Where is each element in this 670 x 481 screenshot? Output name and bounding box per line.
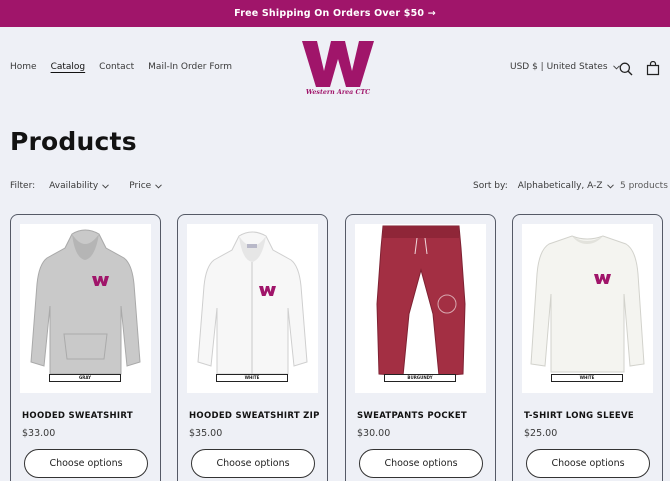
product-card[interactable]: BURGUNDY SWEATPANTS POCKET $30.00 Choose…: [345, 214, 496, 481]
product-price: $25.00: [524, 428, 558, 439]
sort-bar: Sort by: Alphabetically, A-Z: [473, 181, 614, 191]
cart-icon[interactable]: [646, 61, 660, 76]
search-icon[interactable]: [619, 62, 633, 76]
product-name[interactable]: HOODED SWEATSHIRT ZIP: [189, 411, 320, 421]
nav-mail-in-order-form[interactable]: Mail-In Order Form: [148, 62, 232, 72]
hoodie-image: [30, 229, 141, 375]
nav-home[interactable]: Home: [10, 62, 37, 72]
site-logo[interactable]: Western Area CTC: [300, 39, 376, 101]
product-name[interactable]: SWEATPANTS POCKET: [357, 411, 467, 421]
zip-hoodie-image: [197, 231, 308, 375]
chevron-down-icon: [155, 183, 163, 189]
product-price: $30.00: [357, 428, 391, 439]
announcement-text[interactable]: Free Shipping On Orders Over $50 →: [234, 8, 436, 19]
choose-options-button[interactable]: Choose options: [359, 449, 483, 478]
page-title: Products: [10, 127, 137, 156]
choose-options-button[interactable]: Choose options: [191, 449, 315, 478]
product-image[interactable]: BURGUNDY: [355, 224, 486, 393]
site-header: Home Catalog Contact Mail-In Order Form …: [0, 27, 670, 113]
product-image[interactable]: GRAY: [20, 224, 151, 393]
product-image[interactable]: WHITE: [522, 224, 653, 393]
sort-value: Alphabetically, A-Z: [517, 181, 603, 191]
product-card[interactable]: WHITE HOODED SWEATSHIRT ZIP $35.00 Choos…: [177, 214, 328, 481]
long-sleeve-image: [530, 235, 645, 373]
choose-options-button[interactable]: Choose options: [24, 449, 148, 478]
chevron-down-icon: [606, 183, 614, 189]
currency-selector[interactable]: USD $ | United States: [510, 62, 620, 72]
announcement-bar: Free Shipping On Orders Over $50 →: [0, 0, 670, 27]
product-card[interactable]: GRAY HOODED SWEATSHIRT $33.00 Choose opt…: [10, 214, 161, 481]
price-filter[interactable]: Price: [129, 181, 163, 191]
choose-options-button[interactable]: Choose options: [526, 449, 650, 478]
color-tag: WHITE: [216, 374, 288, 382]
product-image[interactable]: WHITE: [187, 224, 318, 393]
logo-w-mark: [302, 41, 374, 87]
nav-contact[interactable]: Contact: [99, 62, 134, 72]
currency-label: USD $ | United States: [510, 62, 608, 72]
logo-subtitle: Western Area CTC: [305, 89, 371, 96]
color-tag: WHITE: [551, 374, 623, 382]
product-price: $33.00: [22, 428, 56, 439]
sort-select[interactable]: Alphabetically, A-Z: [518, 181, 614, 191]
product-card[interactable]: WHITE T-SHIRT LONG SLEEVE $25.00 Choose …: [512, 214, 663, 481]
sort-label: Sort by:: [473, 181, 508, 191]
main-nav: Home Catalog Contact Mail-In Order Form: [10, 62, 232, 72]
color-tag: GRAY: [49, 374, 121, 382]
availability-label: Availability: [49, 181, 99, 191]
filter-label: Filter:: [10, 181, 36, 191]
product-name[interactable]: HOODED SWEATSHIRT: [22, 411, 133, 421]
chevron-down-icon: [102, 183, 110, 189]
nav-catalog[interactable]: Catalog: [51, 62, 86, 72]
filter-bar: Filter: Availability Price: [10, 181, 163, 191]
availability-filter[interactable]: Availability: [49, 181, 110, 191]
price-label: Price: [129, 181, 152, 191]
product-name[interactable]: T-SHIRT LONG SLEEVE: [524, 411, 634, 421]
product-count: 5 products: [620, 181, 668, 191]
sweatpants-image: [376, 225, 466, 377]
color-tag: BURGUNDY: [384, 374, 456, 382]
product-price: $35.00: [189, 428, 223, 439]
